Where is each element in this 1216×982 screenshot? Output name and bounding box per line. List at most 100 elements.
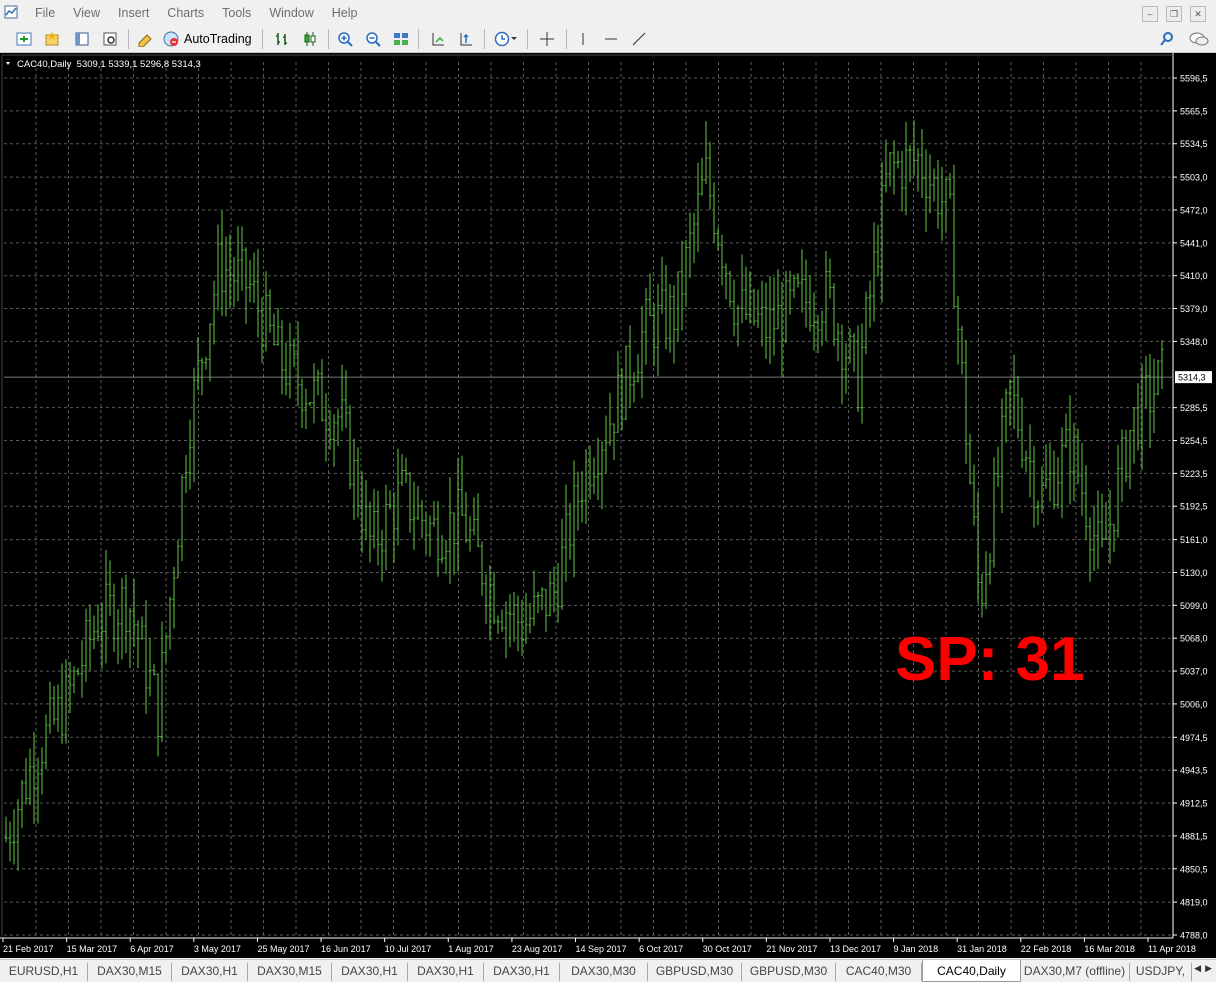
- chart-tab[interactable]: DAX30,H1: [332, 963, 408, 981]
- x-tick-label: 6 Oct 2017: [639, 944, 683, 954]
- chart-tab[interactable]: EURUSD,H1: [0, 963, 88, 981]
- toolbar: AutoTrading: [0, 26, 1216, 53]
- search-icon[interactable]: [1157, 29, 1177, 49]
- zoom-out-icon[interactable]: [363, 29, 383, 49]
- y-tick-label: 4819,0: [1180, 898, 1208, 908]
- y-tick-label: 5472,0: [1180, 205, 1208, 215]
- x-tick-label: 14 Sep 2017: [576, 944, 627, 954]
- candlestick-icon[interactable]: [300, 29, 320, 49]
- autoscroll-icon[interactable]: [456, 29, 476, 49]
- toolbar-separator: [128, 29, 129, 49]
- menu-charts[interactable]: Charts: [158, 0, 213, 26]
- horizontal-line-icon[interactable]: [601, 29, 621, 49]
- menu-help[interactable]: Help: [323, 0, 367, 26]
- x-tick-label: 9 Jan 2018: [894, 944, 939, 954]
- chart-tabs: EURUSD,H1 DAX30,M15 DAX30,H1 DAX30,M15 DAX30…: [0, 959, 1216, 982]
- y-tick-label: 5130,0: [1180, 568, 1208, 578]
- chart-shift-icon[interactable]: [428, 29, 448, 49]
- chart-tab[interactable]: GBPUSD,M30: [742, 963, 836, 981]
- y-tick-label: 5534,5: [1180, 139, 1208, 149]
- vertical-line-icon[interactable]: [573, 29, 593, 49]
- app-icon: [4, 5, 18, 19]
- current-price-label: 5314,3: [1178, 373, 1206, 383]
- scroll-right-icon[interactable]: ▶: [1205, 963, 1212, 974]
- chart-tab[interactable]: DAX30,M15: [88, 963, 172, 981]
- x-tick-label: 6 Apr 2017: [130, 944, 174, 954]
- restore-button[interactable]: ❐: [1166, 6, 1182, 22]
- toolbar-separator: [566, 29, 567, 49]
- menu-items: File View Insert Charts Tools Window Help: [26, 0, 367, 26]
- menu-insert[interactable]: Insert: [109, 0, 158, 26]
- y-tick-label: 5565,5: [1180, 106, 1208, 116]
- y-tick-label: 5503,0: [1180, 173, 1208, 183]
- toolbar-separator: [418, 29, 419, 49]
- y-tick-label: 5037,0: [1180, 667, 1208, 677]
- crosshair-icon[interactable]: [537, 29, 557, 49]
- chart-tab[interactable]: DAX30,M15: [248, 963, 332, 981]
- autotrading-icon: [163, 31, 179, 47]
- new-chart-icon[interactable]: [14, 29, 34, 49]
- chart-tab[interactable]: DAX30,M7 (offline): [1020, 963, 1130, 981]
- autotrading-button[interactable]: AutoTrading: [162, 29, 252, 49]
- chart-tab[interactable]: DAX30,H1: [172, 963, 248, 981]
- y-tick-label: 5223,5: [1180, 469, 1208, 479]
- y-tick-label: 4912,5: [1180, 799, 1208, 809]
- y-tick-label: 5285,5: [1180, 403, 1208, 413]
- toolbar-separator: [262, 29, 263, 49]
- chart-canvas: 5596,5 5565,5 5534,5 5503,0 5472,0 5441,0 5410…: [0, 53, 1216, 958]
- y-tick-label: 5068,0: [1180, 634, 1208, 644]
- x-tick-label: 21 Nov 2017: [766, 944, 817, 954]
- window-controls: – ❐ ✕: [1142, 6, 1206, 22]
- x-tick-label: 25 May 2017: [257, 944, 309, 954]
- close-button[interactable]: ✕: [1190, 6, 1206, 22]
- trendline-icon[interactable]: [629, 29, 649, 49]
- menu-window[interactable]: Window: [260, 0, 322, 26]
- y-tick-label: 5441,0: [1180, 238, 1208, 248]
- chat-icon[interactable]: [1187, 29, 1211, 49]
- y-tick-label: 5254,5: [1180, 436, 1208, 446]
- chart-tab[interactable]: CAC40,Daily: [922, 960, 1021, 982]
- scroll-left-icon[interactable]: ◀: [1194, 963, 1201, 974]
- watermark-text: SP: 31: [895, 625, 1085, 694]
- x-tick-label: 16 Jun 2017: [321, 944, 371, 954]
- menu-file[interactable]: File: [26, 0, 64, 26]
- y-tick-label: 4850,5: [1180, 864, 1208, 874]
- y-tick-label: 5596,5: [1180, 74, 1208, 84]
- chart-tab[interactable]: DAX30,H1: [408, 963, 484, 981]
- metaeditor-icon[interactable]: [135, 29, 155, 49]
- y-tick-label: 5161,0: [1180, 535, 1208, 545]
- x-tick-label: 3 May 2017: [194, 944, 241, 954]
- autotrading-label: AutoTrading: [184, 32, 252, 46]
- toolbar-separator: [484, 29, 485, 49]
- menu-view[interactable]: View: [64, 0, 109, 26]
- minimize-button[interactable]: –: [1142, 6, 1158, 22]
- chart-tab[interactable]: CAC40,M30: [836, 963, 922, 981]
- zoom-in-icon[interactable]: [335, 29, 355, 49]
- toolbar-separator: [328, 29, 329, 49]
- chart-tab[interactable]: GBPUSD,M30: [648, 963, 742, 981]
- tile-windows-icon[interactable]: [391, 29, 411, 49]
- navigator-icon[interactable]: [100, 29, 120, 49]
- chart-tab[interactable]: DAX30,H1: [484, 963, 560, 981]
- chart-tab[interactable]: DAX30,M30: [560, 963, 648, 981]
- price-chart[interactable]: 5596,5 5565,5 5534,5 5503,0 5472,0 5441,0 5410…: [0, 53, 1216, 958]
- y-tick-label: 5410,0: [1180, 271, 1208, 281]
- x-tick-label: 15 Mar 2017: [67, 944, 118, 954]
- menu-tools[interactable]: Tools: [213, 0, 260, 26]
- x-tick-label: 30 Oct 2017: [703, 944, 752, 954]
- bar-chart-icon[interactable]: [272, 29, 292, 49]
- market-watch-icon[interactable]: [72, 29, 92, 49]
- profiles-icon[interactable]: [42, 29, 62, 49]
- toolbar-separator: [527, 29, 528, 49]
- chart-tab[interactable]: USDJPY,: [1130, 963, 1192, 981]
- x-tick-label: 16 Mar 2018: [1084, 944, 1135, 954]
- y-tick-label: 5006,0: [1180, 699, 1208, 709]
- menu-bar: File View Insert Charts Tools Window Help – ❐ …: [0, 0, 1216, 26]
- y-tick-label: 5348,0: [1180, 337, 1208, 347]
- tab-scroll-arrows[interactable]: ◀ ▶: [1194, 963, 1212, 974]
- y-tick-label: 4943,5: [1180, 766, 1208, 776]
- y-tick-label: 4974,5: [1180, 733, 1208, 743]
- x-tick-label: 31 Jan 2018: [957, 944, 1007, 954]
- x-tick-label: 21 Feb 2017: [3, 944, 54, 954]
- chevron-down-icon[interactable]: [508, 29, 520, 49]
